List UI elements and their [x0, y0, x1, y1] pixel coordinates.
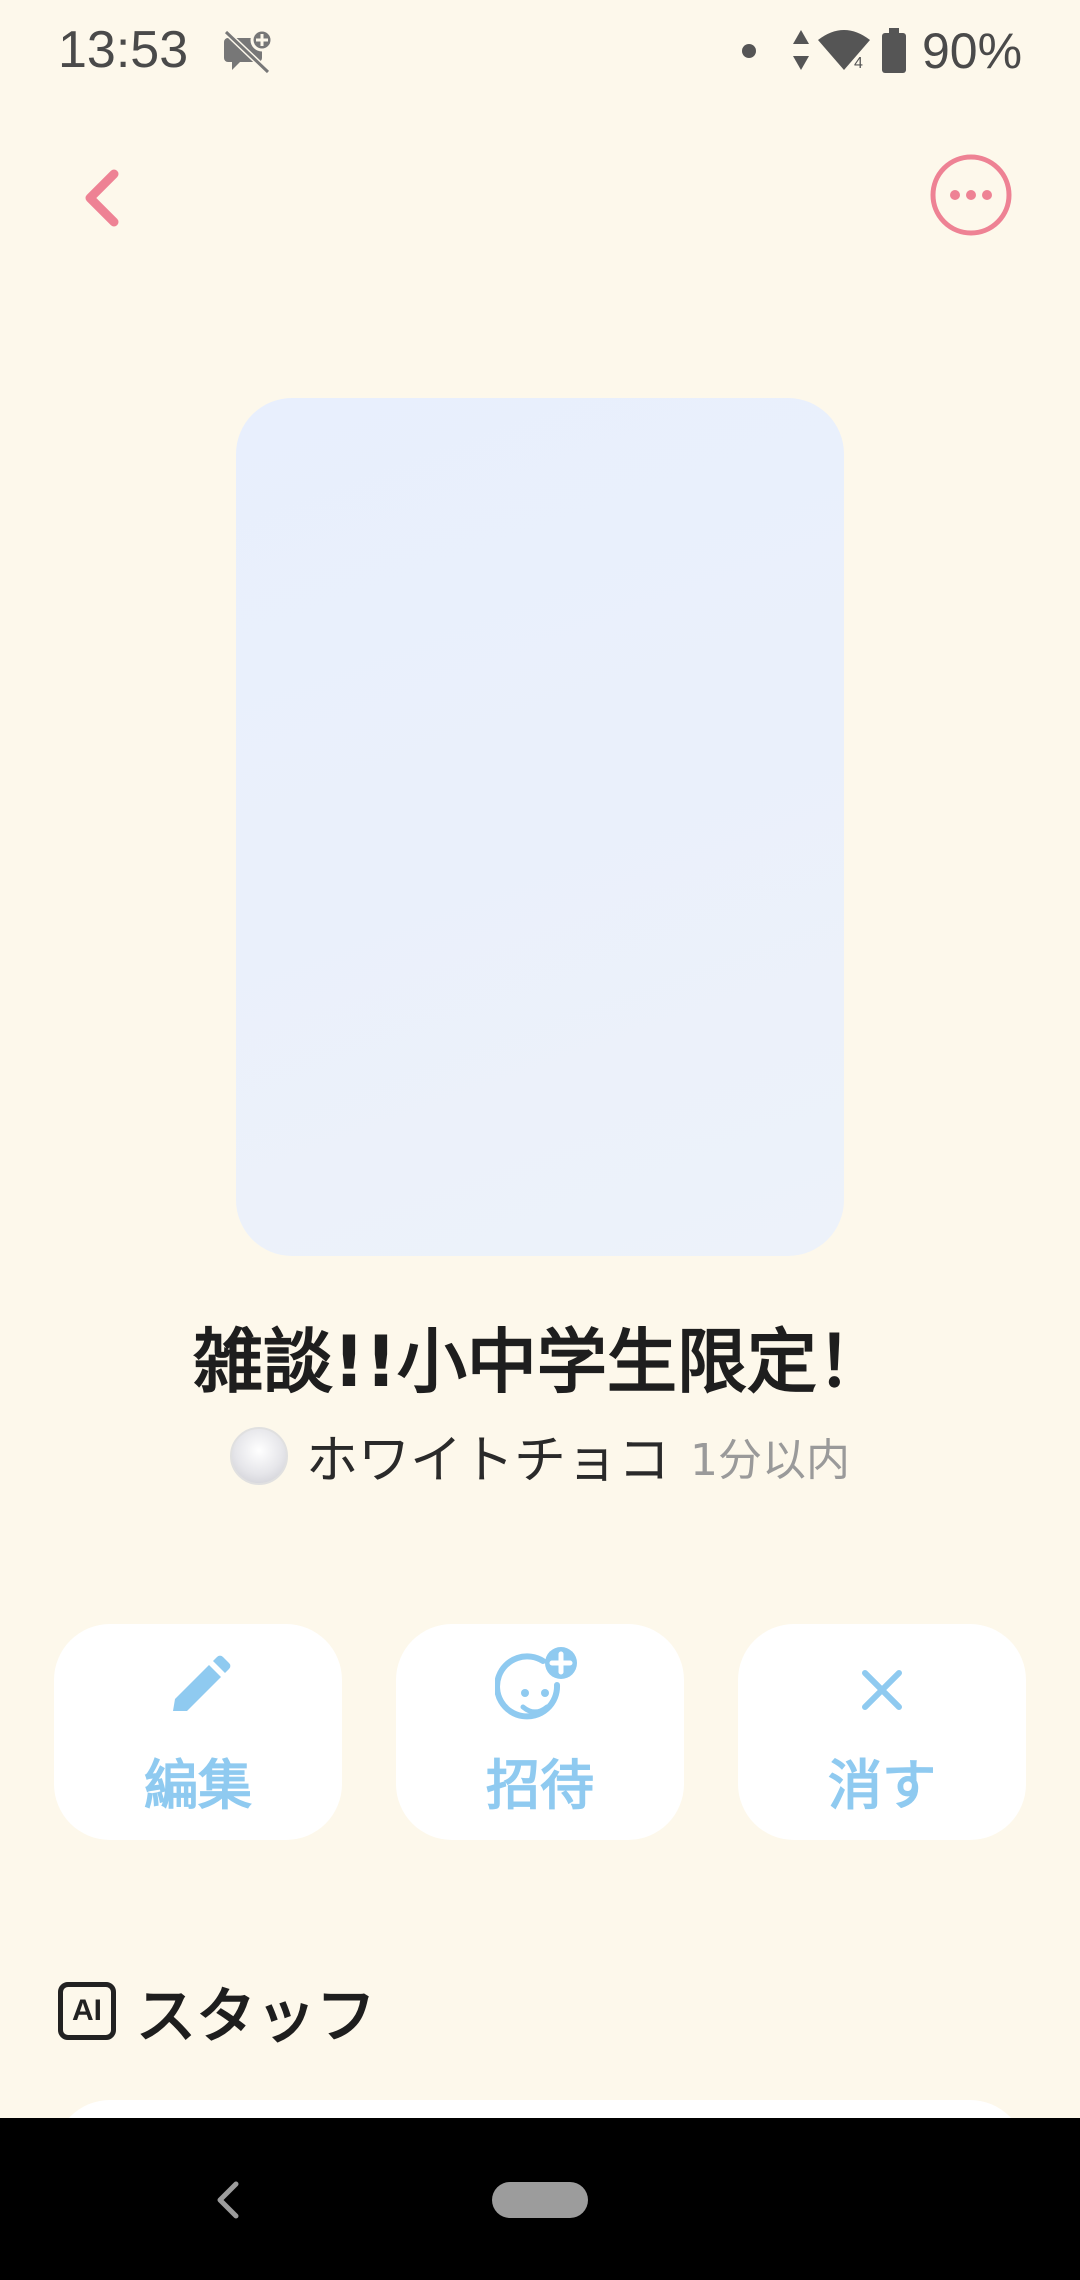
chevron-left-icon [85, 169, 119, 227]
staff-section-header: AI スタッフ [58, 1976, 376, 2052]
status-dot [742, 44, 756, 58]
more-options-button[interactable] [928, 152, 1014, 238]
room-title: 雑談!!小中学生限定！ [193, 1321, 887, 1403]
ai-badge-icon: AI [58, 1982, 116, 2040]
status-time: 13:53 [58, 21, 189, 79]
pencil-icon [173, 1655, 231, 1711]
action-buttons: 編集 招待 消す [54, 1624, 1026, 1840]
battery-icon [882, 28, 906, 73]
owner-name[interactable]: ホワイトチョコ [306, 1418, 670, 1493]
notification-muted-icon [223, 28, 274, 75]
svg-text:4: 4 [854, 55, 863, 72]
owner-avatar[interactable] [229, 1426, 288, 1485]
edit-label: 編集 [144, 1753, 252, 1817]
back-button[interactable] [70, 160, 150, 240]
add-friend-icon [495, 1646, 577, 1719]
room-cover-image [236, 398, 844, 1256]
status-bar: 13:53 4 90% [0, 0, 1080, 100]
wifi-icon: 4 [818, 30, 870, 72]
posted-time: 1分以内 [690, 1434, 850, 1486]
edit-button[interactable]: 編集 [54, 1624, 342, 1840]
invite-button[interactable]: 招待 [396, 1624, 684, 1840]
invite-label: 招待 [486, 1753, 594, 1817]
staff-section-title: スタッフ [136, 1981, 376, 2052]
nav-back-icon[interactable] [208, 2178, 248, 2222]
delete-label: 消す [828, 1753, 936, 1817]
owner-row[interactable]: ホワイトチョコ 1分以内 [0, 1418, 1080, 1493]
nav-home-button[interactable] [492, 2182, 588, 2218]
battery-percentage: 90% [922, 23, 1023, 79]
more-dots-icon [930, 154, 1012, 236]
data-arrows-icon [793, 30, 809, 70]
close-icon [862, 1669, 902, 1710]
delete-button[interactable]: 消す [738, 1624, 1026, 1840]
